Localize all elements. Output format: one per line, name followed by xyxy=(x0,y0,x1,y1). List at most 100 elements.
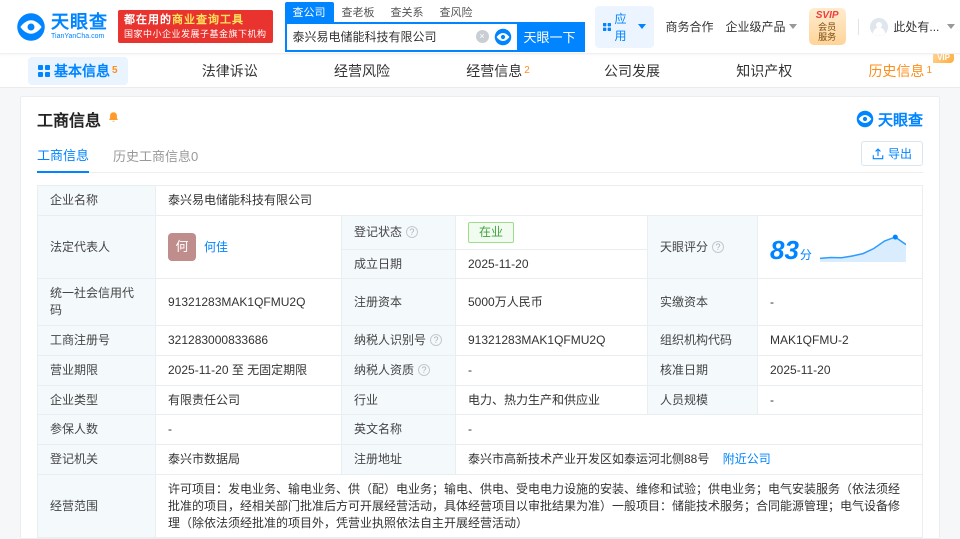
watermark-brand-text: 天眼查 xyxy=(877,111,923,129)
en-name-label: 英文名称 xyxy=(341,414,456,446)
basic-info-icon xyxy=(38,64,50,77)
reg-status-label: 登记状态 xyxy=(341,214,456,250)
tab-label: 历史信息 xyxy=(868,62,925,79)
score-number: 83分 xyxy=(770,237,812,264)
table-row: 登记机关 泰兴市数据局 注册地址 泰兴市高新技术产业开发区如泰运河北侧88号 附… xyxy=(37,444,923,475)
reg-capital-label: 注册资本 xyxy=(341,278,456,326)
card-head: 工商信息 天眼查 xyxy=(37,107,923,131)
enterprise-product-menu[interactable]: 企业级产品 xyxy=(726,18,797,35)
staff-value: - xyxy=(757,384,923,416)
table-row: 企业名称 泰兴易电储能科技有限公司 xyxy=(37,185,923,216)
approve-date-value: 2025-11-20 xyxy=(757,354,923,386)
search-button[interactable]: 天眼一下 xyxy=(516,23,583,50)
company-type-label: 企业类型 xyxy=(37,384,156,416)
taxpayer-id-label: 纳税人识别号 xyxy=(341,324,456,356)
question-icon[interactable] xyxy=(712,240,725,253)
tab-label: 公司发展 xyxy=(604,62,660,79)
address-label: 注册地址 xyxy=(341,444,456,475)
biz-coop-link[interactable]: 商务合作 xyxy=(666,18,714,35)
chevron-down-icon xyxy=(637,24,646,29)
grid-icon xyxy=(602,22,611,31)
divider xyxy=(857,18,859,35)
legal-rep-link[interactable]: 何佳 xyxy=(204,239,228,256)
establish-date-label: 成立日期 xyxy=(341,248,456,280)
search-input[interactable] xyxy=(286,29,476,44)
address-text: 泰兴市高新技术产业开发区如泰运河北侧88号 xyxy=(468,452,710,467)
promo-line1-right: 商业查询工具 xyxy=(172,14,244,26)
chevron-down-icon xyxy=(788,24,797,29)
business-scope-label: 经营范围 xyxy=(37,473,156,539)
user-menu-label: 此处有... xyxy=(893,20,940,34)
term-label: 营业期限 xyxy=(37,354,156,386)
staff-label: 人员规模 xyxy=(647,384,758,416)
promo-badge: 都在用的商业查询工具 国家中小企业发展子基金旗下机构 xyxy=(118,10,273,43)
search-tab-relation[interactable]: 查关系 xyxy=(383,2,432,22)
insured-value: - xyxy=(155,414,342,446)
question-icon[interactable] xyxy=(406,225,419,238)
tab-label: 法律诉讼 xyxy=(201,62,258,79)
svip-line1: SVIP xyxy=(815,10,839,22)
table-row: 统一社会信用代码 91321283MAK1QFMU2Q 注册资本 5000万人民… xyxy=(37,278,923,326)
question-icon[interactable] xyxy=(418,363,431,376)
user-menu[interactable]: 此处有... xyxy=(870,17,956,36)
reg-no-label: 工商注册号 xyxy=(37,324,156,356)
clear-icon[interactable] xyxy=(475,30,489,43)
logo-cn: 天眼查 xyxy=(51,12,108,32)
subtab-history-business-info[interactable]: 历史工商信息0 xyxy=(113,140,198,172)
svip-badge[interactable]: SVIP 会员服务 xyxy=(808,8,846,45)
tab-label: 基本信息 xyxy=(54,62,110,79)
paid-capital-label: 实缴资本 xyxy=(647,278,758,326)
logo-en: TianYanCha.com xyxy=(51,33,105,40)
establish-date-value: 2025-11-20 xyxy=(455,248,648,280)
status-badge: 在业 xyxy=(468,221,515,243)
tianyancha-logo[interactable]: 天眼查 TianYanCha.com xyxy=(16,12,108,42)
address-value: 泰兴市高新技术产业开发区如泰运河北侧88号 附近公司 xyxy=(455,444,923,475)
search-eye-icon xyxy=(494,28,512,46)
tab-company-development[interactable]: 公司发展 xyxy=(604,61,662,81)
score-value: 83 xyxy=(770,235,799,266)
search-tab-company[interactable]: 查公司 xyxy=(284,1,334,22)
reg-no-value: 321283000833686 xyxy=(155,324,342,356)
apps-menu-label: 应用 xyxy=(614,11,627,43)
business-scope-value: 许可项目：发电业务、输电业务、供（配）电业务；输电、供电、受电电力设施的安装、维… xyxy=(155,473,923,539)
reg-status-label-text: 登记状态 xyxy=(354,224,403,239)
tab-basic-info[interactable]: 基本信息 5 xyxy=(28,56,128,85)
section-nav: 基本信息 5 法律诉讼 经营风险 经营信息 2 公司发展 知识产权 历史信息 1 VI… xyxy=(0,51,960,88)
tab-intellectual-property[interactable]: 知识产权 xyxy=(736,61,794,81)
business-info-card: 工商信息 天眼查 工商信息 历史工商信息0 导出 企业名称 泰兴易电储能科技有限… xyxy=(20,96,940,539)
score-value-cell[interactable]: 83分 xyxy=(757,214,923,280)
export-button[interactable]: 导出 xyxy=(860,141,923,166)
search-tab-boss[interactable]: 查老板 xyxy=(334,2,383,22)
score-label-text: 天眼评分 xyxy=(660,239,709,254)
tab-legal-proceedings[interactable]: 法律诉讼 xyxy=(202,61,260,81)
bell-icon[interactable] xyxy=(107,111,120,127)
subtab-business-info[interactable]: 工商信息 xyxy=(37,139,90,173)
search-tab-risk[interactable]: 查风险 xyxy=(432,2,481,22)
tab-label: 经营信息 xyxy=(466,62,523,79)
tab-operation-info[interactable]: 经营信息 2 xyxy=(466,61,530,81)
logo-text: 天眼查 TianYanCha.com xyxy=(51,13,108,40)
biz-coop-label: 商务合作 xyxy=(665,20,714,34)
table-row: 参保人数 - 英文名称 - xyxy=(37,414,923,446)
company-type-value: 有限责任公司 xyxy=(155,384,342,416)
uscc-label: 统一社会信用代码 xyxy=(37,278,156,326)
tab-operation-risk[interactable]: 经营风险 xyxy=(334,61,392,81)
user-avatar-icon xyxy=(870,17,889,36)
promo-line2: 国家中小企业发展子基金旗下机构 xyxy=(124,28,267,39)
table-row: 工商注册号 321283000833686 纳税人识别号 91321283MAK… xyxy=(37,324,923,356)
watermark-logo: 天眼查 xyxy=(856,109,923,130)
tab-count: 2 xyxy=(524,65,530,76)
legal-rep-avatar[interactable]: 何 xyxy=(168,233,196,262)
apps-menu[interactable]: 应用 xyxy=(594,5,654,48)
taxpayer-quali-label: 纳税人资质 xyxy=(341,354,456,386)
insured-label: 参保人数 xyxy=(37,414,156,446)
nearby-companies-link[interactable]: 附近公司 xyxy=(723,452,771,466)
question-icon[interactable] xyxy=(430,333,443,346)
enterprise-product-label: 企业级产品 xyxy=(725,20,786,34)
tab-history-info[interactable]: 历史信息 1 VIP xyxy=(868,51,954,81)
org-code-label: 组织机构代码 xyxy=(647,324,758,356)
section-title: 工商信息 xyxy=(37,113,102,130)
table-row: 经营范围 许可项目：发电业务、输电业务、供（配）电业务；输电、供电、受电电力设施… xyxy=(37,473,923,539)
subtabs: 工商信息 历史工商信息0 导出 xyxy=(37,139,923,173)
tab-label: 经营风险 xyxy=(334,62,390,79)
